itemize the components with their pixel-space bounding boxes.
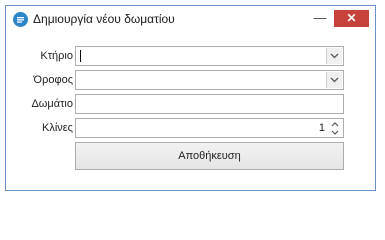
chevron-down-icon[interactable] (326, 48, 342, 64)
chevron-down-icon[interactable] (326, 72, 342, 88)
app-logo-icon (13, 12, 28, 27)
room-label: Δωμάτιο (31, 98, 73, 110)
save-button[interactable]: Αποθήκευση (75, 142, 344, 170)
close-button[interactable]: ✕ (334, 10, 369, 27)
beds-row: Κλίνες 1 (6, 118, 375, 138)
window-title: Δημιουργία νέου δωματίου (33, 12, 175, 26)
dialog-window: Δημιουργία νέου δωματίου — ✕ Κτήριο Όροφ… (5, 5, 376, 191)
building-row: Κτήριο (6, 46, 375, 66)
chevron-up-icon[interactable] (328, 120, 342, 128)
stepper-buttons (328, 120, 342, 136)
room-row: Δωμάτιο (6, 94, 375, 114)
building-dropdown[interactable] (75, 46, 344, 66)
floor-row: Όροφος (6, 70, 375, 90)
beds-value: 1 (318, 122, 325, 134)
beds-label: Κλίνες (42, 122, 73, 134)
floor-dropdown[interactable] (75, 70, 344, 90)
room-input[interactable] (75, 94, 344, 114)
beds-stepper[interactable]: 1 (75, 118, 344, 138)
text-cursor (80, 50, 81, 62)
minimize-button[interactable]: — (309, 11, 331, 28)
chevron-down-icon[interactable] (328, 128, 342, 136)
title-bar[interactable]: Δημιουργία νέου δωματίου — ✕ (6, 6, 375, 34)
floor-label: Όροφος (33, 74, 73, 86)
building-label: Κτήριο (40, 50, 73, 62)
